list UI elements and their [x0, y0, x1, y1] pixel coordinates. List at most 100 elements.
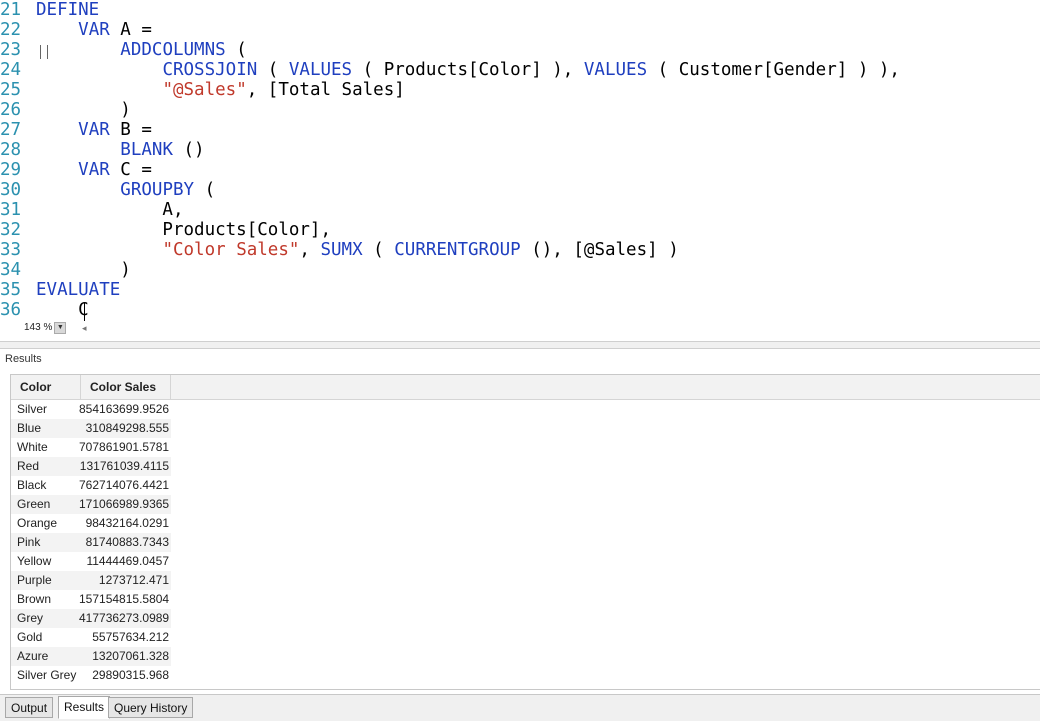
code-token: GROUPBY	[120, 180, 195, 200]
line-number: 22	[0, 20, 22, 40]
zoom-control[interactable]: 143 % ▼	[24, 321, 67, 334]
table-row[interactable]: Black 762714076.4421	[11, 476, 171, 495]
results-grid[interactable]: Color Color Sales Silver 854163699.9526 Bl…	[10, 374, 1040, 690]
code-line[interactable]: 32 Products[Color],	[0, 220, 331, 240]
table-row[interactable]: Yellow 11444469.0457	[11, 552, 171, 571]
code-token: VAR	[78, 160, 110, 180]
code-token: ADDCOLUMNS	[120, 40, 226, 60]
ibeam-cursor-icon	[40, 45, 48, 59]
code-line[interactable]: 36 C	[0, 300, 89, 320]
results-panel-title: Results	[5, 353, 42, 365]
cell-color: Pink	[17, 535, 41, 549]
line-number: 30	[0, 180, 22, 200]
line-number: 36	[0, 300, 22, 320]
table-row[interactable]: Pink 81740883.7343	[11, 533, 171, 552]
cell-color: Orange	[17, 516, 58, 530]
cell-color: Azure	[17, 649, 49, 663]
column-header-color[interactable]: Color	[11, 375, 81, 399]
code-line[interactable]: 34 )	[0, 260, 131, 280]
table-row[interactable]: Azure 13207061.328	[11, 647, 171, 666]
line-number: 31	[0, 200, 22, 220]
tab-results[interactable]: Results	[58, 696, 111, 719]
code-token: ( Products[Color] ),	[352, 60, 584, 80]
code-token: B =	[109, 120, 152, 140]
cell-color: Gold	[17, 630, 43, 644]
column-header-color-sales[interactable]: Color Sales	[81, 375, 171, 399]
code-line[interactable]: 26 )	[0, 100, 131, 120]
code-token: VALUES	[583, 60, 648, 80]
cell-color-sales: 11444469.0457	[86, 554, 169, 568]
bottom-tab-bar: Output Results Query History	[0, 694, 1040, 721]
cell-color: Grey	[17, 611, 44, 625]
table-row[interactable]: Orange 98432164.0291	[11, 514, 171, 533]
line-number: 27	[0, 120, 22, 140]
cell-color: Black	[17, 478, 47, 492]
code-line[interactable]: 22 VAR A =	[0, 20, 152, 40]
code-token: (), [@Sales] )	[520, 240, 679, 260]
line-number: 29	[0, 160, 22, 180]
table-row[interactable]: Gold 55757634.212	[11, 628, 171, 647]
code-line[interactable]: 29 VAR C =	[0, 160, 152, 180]
cell-color: Blue	[17, 421, 42, 435]
cell-color: Brown	[17, 592, 52, 606]
table-row[interactable]: Blue 310849298.555	[11, 419, 171, 438]
cell-color-sales: 131761039.4115	[79, 459, 169, 473]
cell-color-sales: 81740883.7343	[85, 535, 169, 549]
cell-color-sales: 13207061.328	[92, 649, 169, 663]
code-token: CROSSJOIN	[162, 60, 258, 80]
code-token: )	[36, 260, 131, 280]
table-row[interactable]: Silver 854163699.9526	[11, 400, 171, 419]
code-token: (	[194, 180, 216, 200]
code-token: VALUES	[288, 60, 353, 80]
cell-color: Yellow	[17, 554, 52, 568]
code-line[interactable]: 33 "Color Sales", SUMX ( CURRENTGROUP ()…	[0, 240, 679, 260]
query-editor[interactable]: 21 DEFINE 22 VAR A = 23 ADDCOLUMNS (24 CROS…	[0, 0, 1040, 340]
pane-splitter[interactable]	[0, 341, 1040, 349]
table-row[interactable]: Silver Grey 29890315.968	[11, 666, 171, 685]
line-number: 24	[0, 60, 22, 80]
table-row[interactable]: Red 131761039.4115	[11, 457, 171, 476]
code-token: A =	[109, 20, 152, 40]
chevron-down-icon[interactable]: ▼	[54, 321, 67, 334]
line-number: 23	[0, 40, 22, 60]
table-row[interactable]: Grey 417736273.0989	[11, 609, 171, 628]
code-token: CURRENTGROUP	[394, 240, 521, 260]
cell-color: Silver	[17, 402, 48, 416]
code-line[interactable]: 28 BLANK ()	[0, 140, 205, 160]
table-row[interactable]: Green 171066989.9365	[11, 495, 171, 514]
cell-color: Purple	[17, 573, 52, 587]
cell-color-sales: 707861901.5781	[79, 440, 170, 454]
code-token: "Color Sales"	[162, 240, 300, 260]
line-number: 25	[0, 80, 22, 100]
tab-query-history[interactable]: Query History	[108, 697, 194, 718]
line-number: 34	[0, 260, 22, 280]
code-line[interactable]: 35 EVALUATE	[0, 280, 120, 300]
code-line[interactable]: 25 "@Sales", [Total Sales]	[0, 80, 405, 100]
code-line[interactable]: 24 CROSSJOIN ( VALUES ( Products[Color] …	[0, 60, 900, 80]
table-row[interactable]: Purple 1273712.471	[11, 571, 171, 590]
line-number: 21	[0, 0, 22, 20]
cell-color-sales: 1273712.471	[98, 573, 169, 587]
line-number: 28	[0, 140, 22, 160]
line-number: 35	[0, 280, 22, 300]
code-line[interactable]: 27 VAR B =	[0, 120, 152, 140]
scroll-left-icon[interactable]: ◂	[82, 323, 87, 334]
line-number: 33	[0, 240, 22, 260]
table-row[interactable]: White 707861901.5781	[11, 438, 171, 457]
code-line[interactable]: 23 ADDCOLUMNS (	[0, 40, 247, 60]
table-row[interactable]: Brown 157154815.5804	[11, 590, 171, 609]
code-line[interactable]: 30 GROUPBY (	[0, 180, 215, 200]
text-caret	[84, 303, 85, 321]
code-line[interactable]: 21 DEFINE	[0, 0, 99, 20]
cell-color-sales: 98432164.0291	[85, 516, 169, 530]
cell-color: Green	[17, 497, 51, 511]
code-line[interactable]: 31 A,	[0, 200, 184, 220]
line-number: 32	[0, 220, 22, 240]
tab-output[interactable]: Output	[5, 697, 54, 718]
code-token: "@Sales"	[162, 80, 247, 100]
cell-color-sales: 157154815.5804	[79, 592, 170, 606]
